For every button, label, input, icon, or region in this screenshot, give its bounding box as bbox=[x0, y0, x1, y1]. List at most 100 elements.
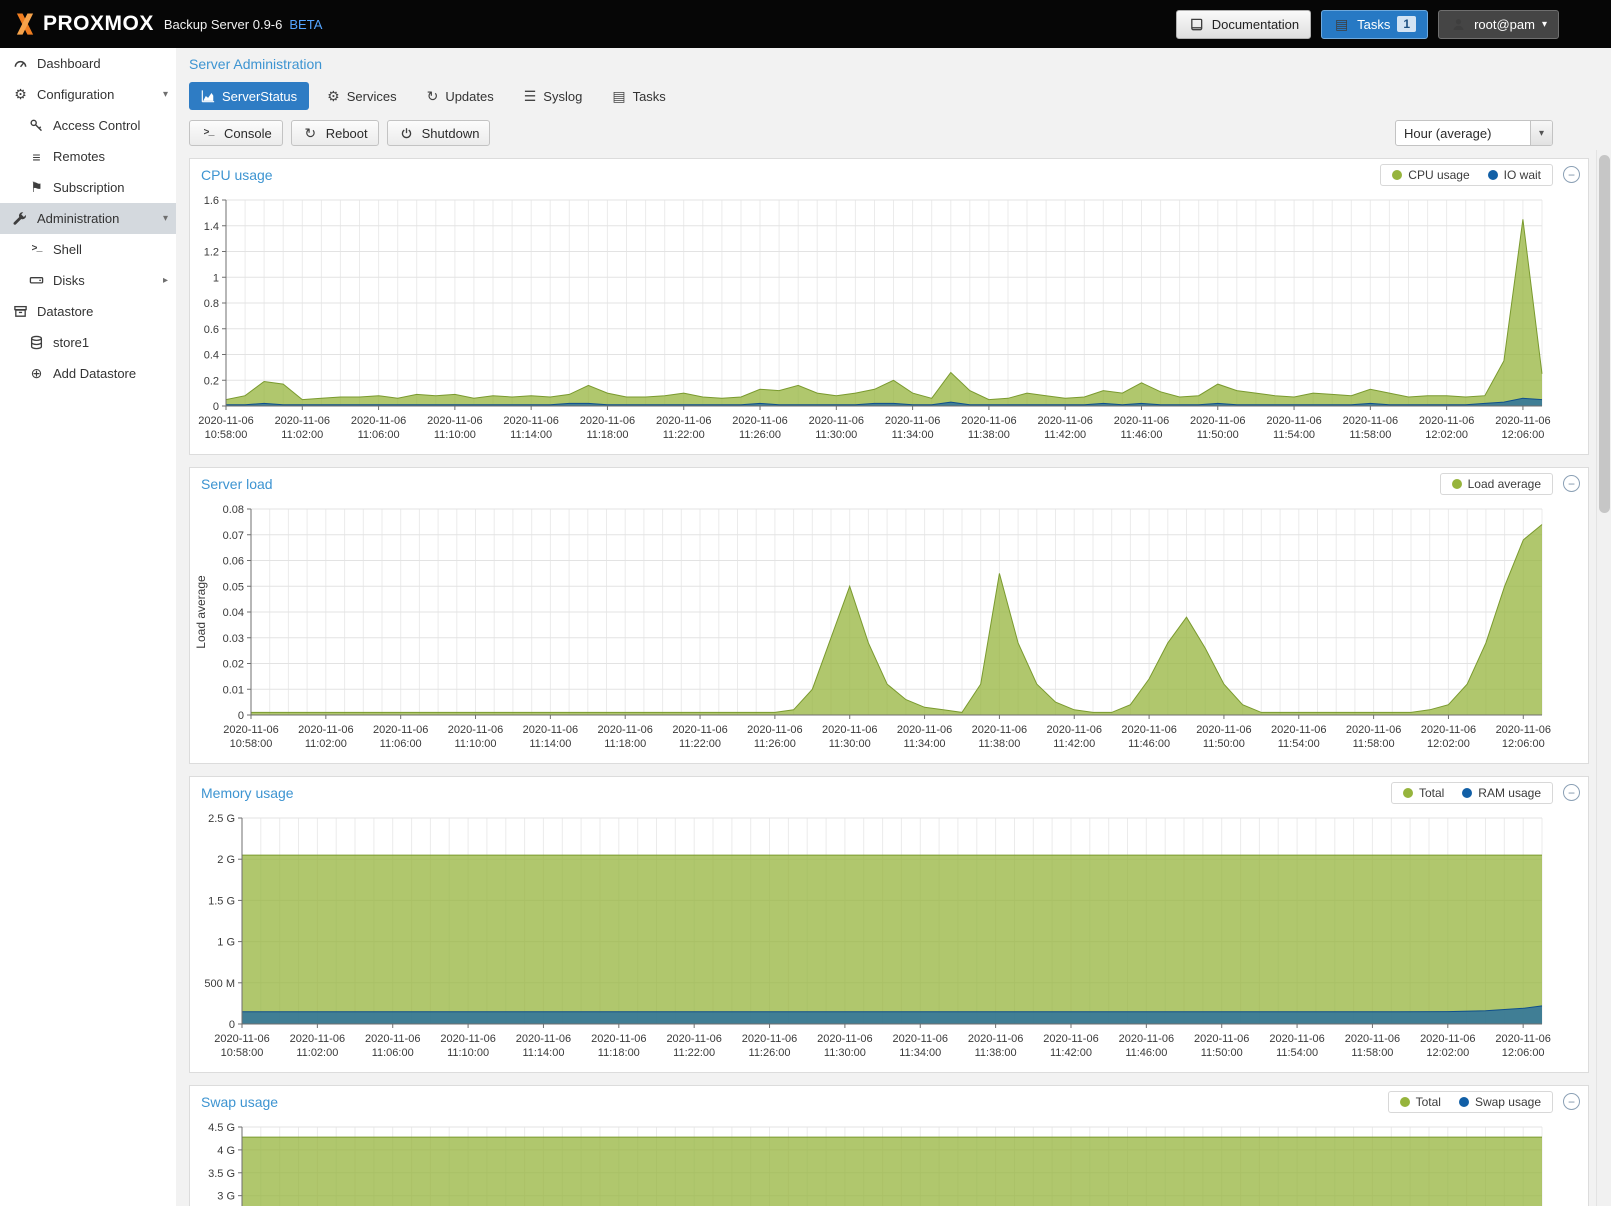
sidebar-item-remotes[interactable]: ≡ Remotes bbox=[0, 141, 176, 172]
proxmox-logo: PROXMOX bbox=[12, 11, 154, 37]
svg-text:4.5 G: 4.5 G bbox=[208, 1122, 235, 1134]
svg-text:2020-11-06: 2020-11-06 bbox=[1114, 415, 1169, 427]
time-range-value: Hour (average) bbox=[1396, 121, 1530, 145]
user-icon bbox=[1450, 17, 1467, 32]
svg-text:2020-11-06: 2020-11-06 bbox=[1421, 724, 1476, 736]
chevron-down-icon[interactable]: ▾ bbox=[163, 213, 168, 224]
svg-text:0.05: 0.05 bbox=[223, 581, 244, 593]
legend-dot-icon bbox=[1403, 788, 1413, 798]
svg-text:2020-11-06: 2020-11-06 bbox=[1043, 1033, 1098, 1045]
legend-item[interactable]: Load average bbox=[1452, 477, 1541, 491]
svg-text:12:02:00: 12:02:00 bbox=[1425, 429, 1468, 441]
svg-text:0.4: 0.4 bbox=[204, 350, 219, 362]
tab-label: Tasks bbox=[633, 89, 666, 104]
svg-text:2 G: 2 G bbox=[217, 854, 235, 866]
svg-text:2020-11-06: 2020-11-06 bbox=[672, 724, 727, 736]
sidebar-item-datastore[interactable]: Datastore bbox=[0, 296, 176, 327]
svg-text:2020-11-06: 2020-11-06 bbox=[198, 415, 253, 427]
tab-tasks[interactable]: ▤ Tasks bbox=[600, 82, 677, 110]
app-header: PROXMOX Backup Server 0.9-6 BETA Documen… bbox=[0, 0, 1611, 48]
chart-legend: Total RAM usage bbox=[1391, 782, 1553, 804]
legend-item[interactable]: CPU usage bbox=[1392, 168, 1469, 182]
user-menu-button[interactable]: root@pam ▾ bbox=[1438, 10, 1559, 39]
svg-text:2020-11-06: 2020-11-06 bbox=[440, 1033, 495, 1045]
tab-syslog[interactable]: ☰ Syslog bbox=[512, 82, 595, 110]
documentation-button[interactable]: Documentation bbox=[1176, 10, 1311, 39]
user-label: root@pam bbox=[1474, 17, 1535, 32]
time-range-select[interactable]: Hour (average) ▾ bbox=[1395, 120, 1553, 146]
svg-text:12:06:00: 12:06:00 bbox=[1502, 738, 1545, 750]
svg-text:2020-11-06: 2020-11-06 bbox=[1121, 724, 1176, 736]
svg-text:11:14:00: 11:14:00 bbox=[510, 429, 552, 441]
legend-item[interactable]: Swap usage bbox=[1459, 1095, 1541, 1109]
svg-text:2020-11-06: 2020-11-06 bbox=[656, 415, 711, 427]
svg-text:2020-11-06: 2020-11-06 bbox=[1495, 415, 1550, 427]
sidebar-item-subscription[interactable]: ⚑ Subscription bbox=[0, 172, 176, 203]
scrollbar-thumb[interactable] bbox=[1599, 155, 1610, 513]
legend-label: IO wait bbox=[1504, 168, 1541, 182]
legend-dot-icon bbox=[1459, 1097, 1469, 1107]
chevron-down-icon[interactable]: ▾ bbox=[163, 89, 168, 100]
svg-text:3.5 G: 3.5 G bbox=[208, 1168, 235, 1180]
shutdown-button[interactable]: Shutdown bbox=[387, 120, 491, 146]
svg-text:11:26:00: 11:26:00 bbox=[749, 1047, 791, 1059]
sidebar-item-add-datastore[interactable]: ⊕ Add Datastore bbox=[0, 358, 176, 389]
collapse-panel-button[interactable]: − bbox=[1563, 475, 1580, 492]
svg-text:2020-11-06: 2020-11-06 bbox=[885, 415, 940, 427]
svg-text:11:34:00: 11:34:00 bbox=[892, 429, 934, 441]
svg-text:2020-11-06: 2020-11-06 bbox=[275, 415, 330, 427]
beta-link[interactable]: BETA bbox=[289, 17, 322, 32]
svg-text:2020-11-06: 2020-11-06 bbox=[1343, 415, 1398, 427]
sidebar-item-label: Remotes bbox=[53, 149, 105, 164]
tab-serverstatus[interactable]: ServerStatus bbox=[189, 82, 309, 110]
reboot-button[interactable]: ↻ Reboot bbox=[291, 120, 379, 146]
combo-trigger[interactable]: ▾ bbox=[1530, 121, 1552, 145]
svg-text:2020-11-06: 2020-11-06 bbox=[897, 724, 952, 736]
collapse-panel-button[interactable]: − bbox=[1563, 784, 1580, 801]
svg-text:11:42:00: 11:42:00 bbox=[1050, 1047, 1092, 1059]
chevron-right-icon[interactable]: ▸ bbox=[163, 275, 168, 286]
tab-bar: ServerStatus ⚙ Services ↻ Updates ☰ Sysl… bbox=[189, 82, 1611, 110]
svg-text:11:50:00: 11:50:00 bbox=[1203, 738, 1245, 750]
sidebar-item-configuration[interactable]: ⚙ Configuration ▾ bbox=[0, 79, 176, 110]
vertical-scrollbar[interactable] bbox=[1596, 150, 1611, 1206]
sidebar-item-dashboard[interactable]: Dashboard bbox=[0, 48, 176, 79]
svg-text:500 M: 500 M bbox=[204, 978, 235, 990]
collapse-panel-button[interactable]: − bbox=[1563, 166, 1580, 183]
legend-dot-icon bbox=[1392, 170, 1402, 180]
legend-item[interactable]: Total bbox=[1403, 786, 1444, 800]
cpu-usage-chart: 00.20.40.60.811.21.41.62020-11-0610:58:0… bbox=[190, 190, 1588, 454]
page-title: Server Administration bbox=[176, 48, 1611, 72]
svg-text:0.02: 0.02 bbox=[223, 659, 244, 671]
svg-text:11:22:00: 11:22:00 bbox=[663, 429, 705, 441]
tasks-button[interactable]: ▤ Tasks 1 bbox=[1321, 10, 1428, 39]
collapse-panel-button[interactable]: − bbox=[1563, 1093, 1580, 1110]
sidebar-item-access-control[interactable]: Access Control bbox=[0, 110, 176, 141]
svg-text:2020-11-06: 2020-11-06 bbox=[1119, 1033, 1174, 1045]
legend-item[interactable]: RAM usage bbox=[1462, 786, 1541, 800]
panel-title: Swap usage bbox=[201, 1094, 278, 1110]
svg-text:0: 0 bbox=[229, 1019, 235, 1031]
svg-text:10:58:00: 10:58:00 bbox=[230, 738, 273, 750]
tab-services[interactable]: ⚙ Services bbox=[315, 82, 408, 110]
svg-text:0.07: 0.07 bbox=[223, 530, 244, 542]
sidebar-item-store1[interactable]: store1 bbox=[0, 327, 176, 358]
sidebar-item-administration[interactable]: Administration ▾ bbox=[0, 203, 176, 234]
svg-text:1.4: 1.4 bbox=[204, 221, 219, 233]
sidebar-item-disks[interactable]: Disks ▸ bbox=[0, 265, 176, 296]
panel-title: CPU usage bbox=[201, 167, 273, 183]
svg-text:11:38:00: 11:38:00 bbox=[975, 1047, 1017, 1059]
hdd-icon bbox=[28, 273, 45, 288]
svg-text:0.03: 0.03 bbox=[223, 633, 244, 645]
svg-text:11:06:00: 11:06:00 bbox=[380, 738, 422, 750]
console-button[interactable]: >_ Console bbox=[189, 120, 283, 146]
svg-text:1.5 G: 1.5 G bbox=[208, 895, 235, 907]
cpu-usage-panel: CPU usage CPU usageIO wait − 00.20.40.60… bbox=[189, 158, 1589, 455]
sidebar-item-shell[interactable]: >_ Shell bbox=[0, 234, 176, 265]
svg-text:11:10:00: 11:10:00 bbox=[455, 738, 497, 750]
svg-text:2020-11-06: 2020-11-06 bbox=[351, 415, 406, 427]
svg-text:1.2: 1.2 bbox=[204, 247, 219, 259]
legend-item[interactable]: Total bbox=[1400, 1095, 1441, 1109]
tab-updates[interactable]: ↻ Updates bbox=[415, 82, 506, 110]
legend-item[interactable]: IO wait bbox=[1488, 168, 1541, 182]
